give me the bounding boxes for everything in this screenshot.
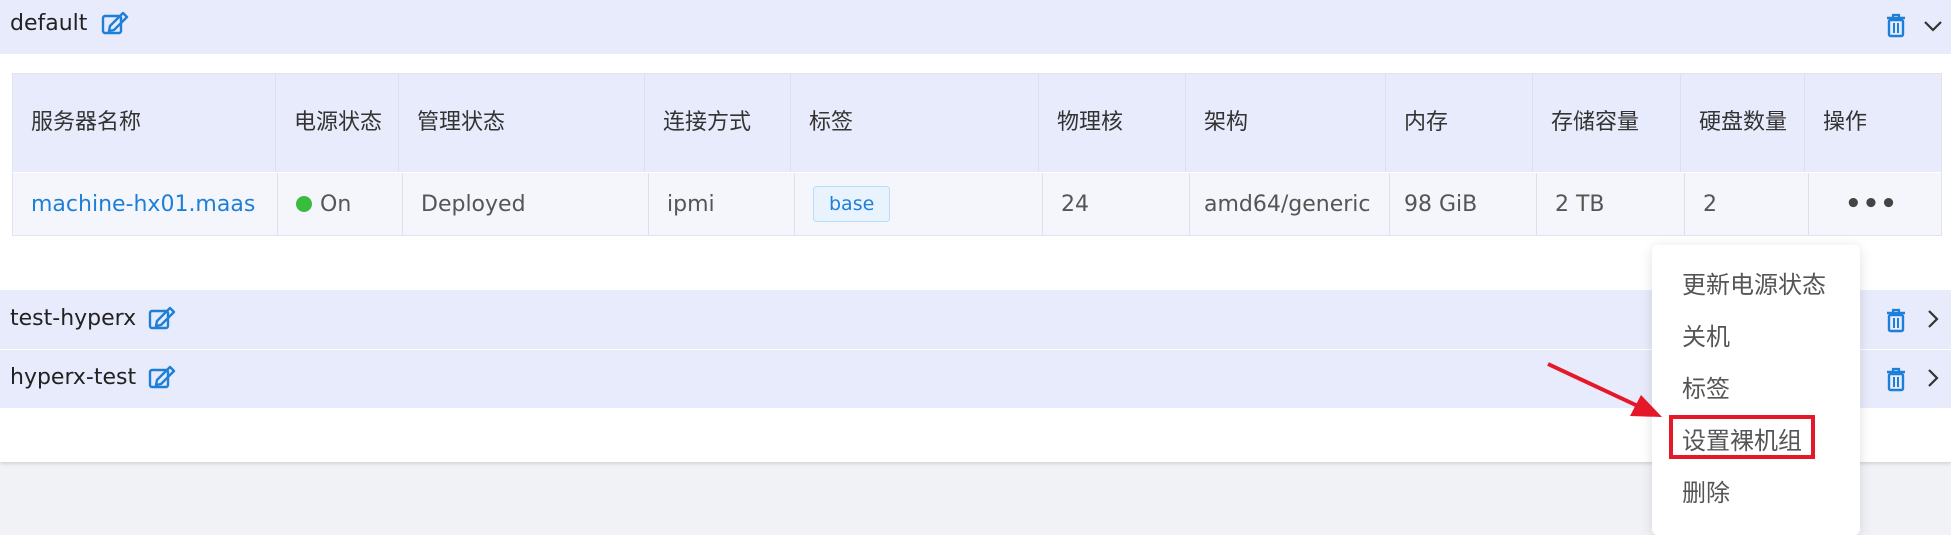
group-name: test-hyperx [10,306,137,331]
cell-actions: ••• [1809,173,1941,235]
col-manage-state: 管理状态 [399,74,645,172]
server-name-link[interactable]: machine-hx01.maas [31,192,255,217]
cell-status: Deployed [403,173,649,235]
col-memory: 内存 [1386,74,1533,172]
chevron-right-icon[interactable] [1922,308,1944,330]
actions-dropdown-menu: 更新电源状态 关机 标签 设置裸机组 删除 [1652,245,1860,535]
cell-arch: amd64/generic [1190,173,1390,235]
col-connection: 连接方式 [645,74,791,172]
group-header-default[interactable]: default [0,0,1951,54]
col-arch: 架构 [1186,74,1386,172]
chevron-down-icon[interactable] [1922,15,1944,37]
cell-memory: 98 GiB [1390,173,1537,235]
table-row: machine-hx01.maas On Deployed ipmi base … [13,173,1941,235]
cell-power: On [278,173,403,235]
col-tags: 标签 [791,74,1039,172]
cell-server-name: machine-hx01.maas [13,173,278,235]
col-cores: 物理核 [1039,74,1186,172]
edit-icon[interactable] [148,306,176,330]
trash-icon[interactable] [1884,366,1908,392]
cell-disks: 2 [1685,173,1809,235]
more-actions-button[interactable]: ••• [1845,191,1898,217]
col-disk-count: 硬盘数量 [1681,74,1805,172]
highlight-box [1669,415,1815,459]
menu-item-tags[interactable]: 标签 [1682,369,1730,404]
power-state-value: On [320,191,352,217]
trash-icon[interactable] [1884,12,1908,38]
power-on-indicator [296,196,312,212]
cell-cores: 24 [1043,173,1190,235]
col-storage: 存储容量 [1533,74,1681,172]
cell-storage: 2 TB [1537,173,1685,235]
menu-item-update-power[interactable]: 更新电源状态 [1682,265,1826,300]
edit-icon[interactable] [148,365,176,389]
cell-connection: ipmi [649,173,795,235]
col-server-name: 服务器名称 [13,74,276,172]
col-actions: 操作 [1823,110,1868,135]
trash-icon[interactable] [1884,307,1908,333]
cell-tags: base [795,173,1043,235]
group-name: hyperx-test [10,365,137,390]
menu-item-delete[interactable]: 删除 [1682,473,1730,508]
tag-badge[interactable]: base [813,186,891,222]
col-power-state: 电源状态 [276,74,399,172]
server-table: 服务器名称 电源状态 管理状态 连接方式 标签 物理核 架构 内存 存储容量 硬… [12,73,1942,236]
chevron-right-icon[interactable] [1922,367,1944,389]
table-header: 服务器名称 电源状态 管理状态 连接方式 标签 物理核 架构 内存 存储容量 硬… [13,74,1941,172]
group-name: default [10,11,88,36]
menu-item-shutdown[interactable]: 关机 [1682,317,1730,352]
edit-icon[interactable] [101,11,129,35]
